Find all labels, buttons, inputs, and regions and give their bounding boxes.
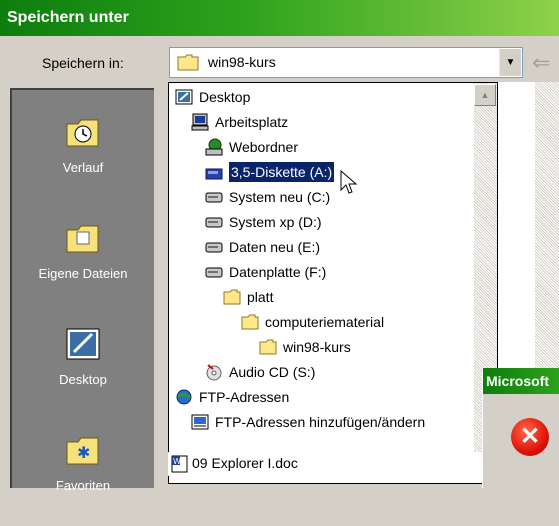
hard-drive-icon	[205, 192, 223, 203]
dropdown-item[interactable]: Daten neu (E:)	[169, 236, 473, 258]
dropdown-item-label: FTP-Adressen hinzufügen/ändern	[215, 414, 426, 430]
dropdown-item[interactable]: FTP-Adressen	[169, 386, 473, 408]
place-history[interactable]: Verlauf	[12, 108, 154, 208]
combo-dropdown-button[interactable]: ▼	[499, 49, 521, 76]
message-box-title: Microsoft	[483, 368, 559, 394]
place-label: Favoriten	[55, 478, 111, 493]
dropdown-item[interactable]: Audio CD (S:)	[169, 361, 473, 383]
mouse-cursor-icon	[340, 170, 358, 194]
folder-icon	[259, 339, 277, 355]
dropdown-item[interactable]: Desktop	[169, 86, 473, 108]
file-name: 09 Explorer I.doc	[192, 455, 298, 471]
dropdown-item-label: Audio CD (S:)	[229, 364, 316, 380]
dropdown-item-label: win98-kurs	[283, 339, 351, 355]
folder-icon	[223, 289, 241, 305]
dropdown-item-label: Daten neu (E:)	[229, 239, 321, 255]
dropdown-item[interactable]: System neu (C:)	[169, 186, 473, 208]
cd-drive-icon	[206, 364, 222, 381]
dropdown-item[interactable]: Datenplatte (F:)	[169, 261, 473, 283]
error-icon: ✕	[511, 418, 549, 456]
dropdown-item[interactable]: Webordner	[169, 136, 473, 158]
dropdown-item-label: System xp (D:)	[229, 214, 322, 230]
ftp-add-icon	[191, 414, 209, 430]
dropdown-item-label: platt	[247, 289, 274, 305]
history-folder-icon	[66, 119, 99, 147]
dropdown-item[interactable]: FTP-Adressen hinzufügen/ändern	[169, 411, 473, 433]
dropdown-item[interactable]: platt	[169, 286, 473, 308]
save-in-combobox[interactable]: win98-kurs ▼	[169, 47, 523, 78]
dropdown-item-label: 3,5-Diskette (A:)	[227, 161, 336, 183]
ftp-globe-icon	[176, 389, 192, 405]
dropdown-item[interactable]: 3,5-Diskette (A:)	[169, 161, 473, 183]
svg-text:✱: ✱	[77, 443, 90, 462]
dropdown-item-label: Webordner	[229, 139, 299, 155]
dropdown-item-label: System neu (C:)	[229, 189, 331, 205]
file-list-scrollbar[interactable]	[535, 82, 559, 372]
folder-icon	[241, 314, 259, 330]
hard-drive-icon	[205, 267, 223, 278]
my-documents-folder-icon	[66, 225, 99, 253]
chevron-down-icon: ▼	[505, 57, 516, 68]
place-label: Eigene Dateien	[38, 266, 128, 281]
place-my-documents[interactable]: Eigene Dateien	[12, 214, 154, 314]
dropdown-item[interactable]: computeriematerial	[169, 311, 473, 333]
dropdown-item-label: computeriematerial	[265, 314, 385, 330]
back-button[interactable]: ⇐	[532, 50, 559, 75]
back-arrow-icon: ⇐	[532, 50, 551, 75]
save-in-label: Speichern in:	[42, 55, 124, 71]
save-in-value: win98-kurs	[208, 54, 276, 70]
scroll-up-button[interactable]: ▲	[474, 84, 496, 106]
dropdown-item-label: Desktop	[199, 89, 251, 105]
hard-drive-icon	[205, 217, 223, 228]
place-favorites[interactable]: ✱ Favoriten	[12, 426, 154, 526]
window-title: Speichern unter	[7, 9, 129, 26]
folder-icon	[177, 54, 199, 71]
svg-text:W: W	[173, 457, 181, 466]
title-bar: Speichern unter	[0, 0, 559, 36]
desktop-icon	[66, 328, 100, 360]
dropdown-item-label: Datenplatte (F:)	[229, 264, 327, 280]
hard-drive-icon	[205, 242, 223, 253]
save-in-dropdown-list[interactable]: ▲ Desktop Arbeitsplatz Webordner 3,5-Disket…	[168, 82, 498, 484]
message-box: Microsoft ✕	[482, 368, 559, 488]
file-list-item[interactable]: W 09 Explorer I.doc	[168, 452, 486, 476]
dropdown-item-label: FTP-Adressen	[199, 389, 290, 405]
web-folder-icon	[205, 138, 223, 156]
place-desktop[interactable]: Desktop	[12, 320, 154, 420]
dropdown-item[interactable]: win98-kurs	[169, 336, 473, 358]
chevron-up-icon: ▲	[480, 90, 490, 100]
favorites-folder-icon: ✱	[66, 437, 99, 465]
place-label: Desktop	[59, 372, 107, 387]
place-label: Verlauf	[62, 160, 104, 175]
computer-icon	[191, 113, 209, 131]
places-bar: Verlauf Eigene Dateien Desktop ✱ Favorit…	[10, 88, 154, 493]
word-document-icon: W	[171, 455, 188, 473]
dropdown-item[interactable]: System xp (D:)	[169, 211, 473, 233]
dropdown-item[interactable]: Arbeitsplatz	[169, 111, 473, 133]
dropdown-item-label: Arbeitsplatz	[215, 114, 289, 130]
desktop-icon	[175, 89, 193, 105]
floppy-drive-icon	[205, 168, 223, 180]
